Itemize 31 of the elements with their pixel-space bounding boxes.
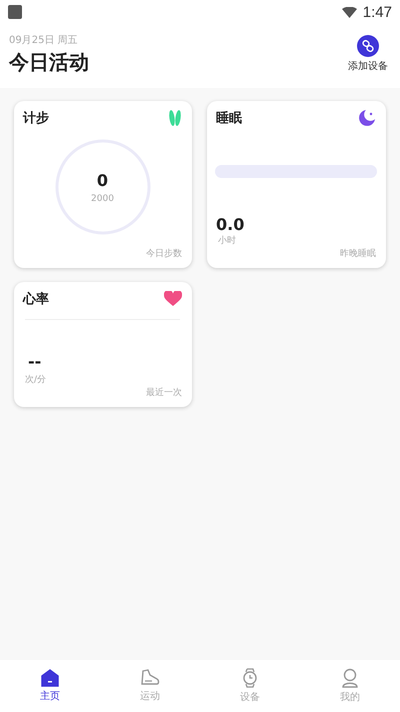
date-label: 09月25日 周五 — [9, 34, 79, 47]
card-title: 睡眠 — [216, 110, 242, 127]
heart-card[interactable]: 心率 -- 次/分 最近一次 — [14, 282, 192, 407]
nav-tab[interactable]: 主页 — [0, 660, 100, 712]
sneaker-icon — [140, 669, 160, 687]
link-icon — [362, 40, 374, 52]
card-caption: 昨晚睡眠 — [340, 248, 376, 260]
unit-label: 次/分 — [25, 374, 46, 386]
card-caption: 最近一次 — [146, 386, 182, 399]
card-caption: 今日步数 — [146, 248, 182, 260]
card-title: 心率 — [23, 290, 49, 308]
page-title: 今日活动 — [9, 49, 89, 76]
sleep-hours: 0.0 — [216, 215, 246, 234]
step-count: 0 — [96, 170, 108, 190]
sleep-card[interactable]: 睡眠 0.0 小时 昨晚睡眠 — [207, 101, 386, 268]
notification-icon — [8, 5, 22, 19]
watch-icon — [242, 668, 258, 688]
wifi-icon — [342, 6, 357, 18]
heart-icon — [164, 291, 182, 307]
clock: 1:47 — [362, 4, 392, 20]
step-goal: 2000 — [91, 194, 114, 204]
moon-icon — [358, 109, 376, 127]
add-device-label[interactable]: 添加设备 — [348, 59, 388, 73]
unit-label: 小时 — [218, 234, 236, 247]
heart-rate: -- — [28, 352, 42, 371]
footprints-icon — [168, 109, 182, 127]
add-device-button[interactable] — [357, 35, 379, 57]
person-icon — [341, 668, 359, 688]
steps-card[interactable]: 计步 0 2000 今日步数 — [14, 101, 192, 268]
home-icon — [41, 669, 59, 687]
card-title: 计步 — [23, 110, 49, 127]
